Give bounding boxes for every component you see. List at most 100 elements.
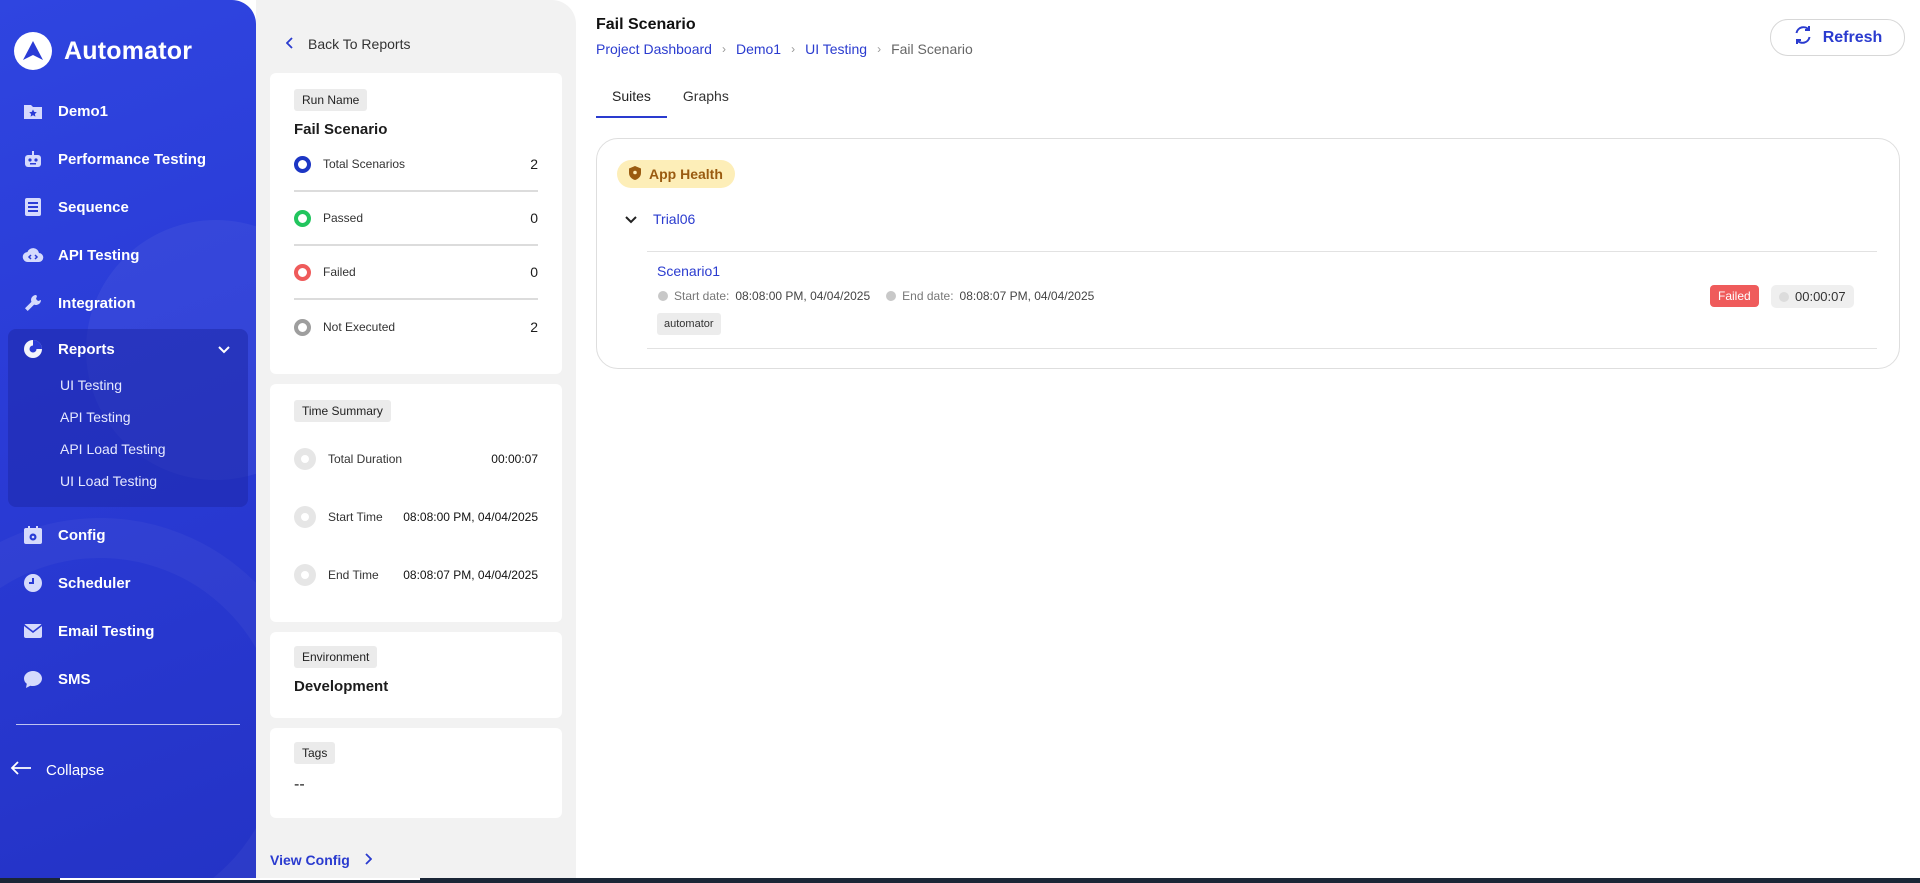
refresh-button[interactable]: Refresh xyxy=(1770,19,1905,56)
status-badge: Failed xyxy=(1710,285,1759,307)
tags-value: -- xyxy=(294,776,305,793)
tags-card: Tags -- xyxy=(270,728,562,818)
app-health-label: App Health xyxy=(649,166,723,182)
time-total-duration: Total Duration 00:00:07 xyxy=(294,430,538,488)
sidebar-item-label: API Testing xyxy=(58,246,140,264)
sidebar-subitem-api-testing[interactable]: API Testing xyxy=(8,401,248,433)
refresh-label: Refresh xyxy=(1822,28,1883,46)
scenario-tag: automator xyxy=(657,313,721,335)
environment-chip: Environment xyxy=(294,646,378,668)
time-summary-chip: Time Summary xyxy=(294,400,391,422)
breadcrumb: Project Dashboard › Demo1 › UI Testing ›… xyxy=(596,41,973,57)
app-health-badge: App Health xyxy=(617,160,735,188)
chevron-down-icon xyxy=(625,211,637,227)
back-to-reports-link[interactable]: Back To Reports xyxy=(285,36,411,52)
clock-icon xyxy=(1779,291,1789,302)
sidebar-item-label: Demo1 xyxy=(58,102,109,120)
stat-total-scenarios: Total Scenarios 2 xyxy=(294,138,538,192)
chevron-right-icon: › xyxy=(721,42,726,56)
clock-icon xyxy=(294,448,316,470)
sidebar-subitem-api-load-testing[interactable]: API Load Testing xyxy=(8,433,248,465)
cloud-icon xyxy=(22,244,44,266)
failed-dot-icon xyxy=(294,263,311,281)
robot-icon xyxy=(22,148,44,170)
run-name: Fail Scenario xyxy=(294,121,388,138)
page-title: Fail Scenario xyxy=(596,16,696,33)
clock-icon xyxy=(22,572,44,594)
view-config-label: View Config xyxy=(270,852,350,868)
gear-calendar-icon xyxy=(22,524,44,546)
collapse-label: Collapse xyxy=(46,761,105,779)
sidebar-item-demo1[interactable]: Demo1 xyxy=(0,87,256,135)
tabs: Suites Graphs xyxy=(596,88,745,118)
breadcrumb-ui-testing[interactable]: UI Testing xyxy=(805,41,867,57)
run-summary-panel: Back To Reports Run Name Fail Scenario T… xyxy=(256,0,576,878)
stat-passed: Passed 0 xyxy=(294,192,538,246)
sidebar: Automator Demo1 Performance Testing Sequ… xyxy=(0,0,256,878)
not-executed-dot-icon xyxy=(294,318,311,336)
sidebar-item-label: SMS xyxy=(58,670,91,688)
pie-chart-icon xyxy=(22,338,44,360)
brand[interactable]: Automator xyxy=(14,32,192,70)
sidebar-item-config[interactable]: Config xyxy=(0,511,256,559)
taskbar-edge xyxy=(0,878,1920,883)
scenario-meta: Start date: 08:08:00 PM, 04/04/2025 End … xyxy=(658,289,1094,303)
sidebar-item-api-testing[interactable]: API Testing xyxy=(0,231,256,279)
mail-icon xyxy=(22,620,44,642)
duration-badge: 00:00:07 xyxy=(1771,285,1854,308)
sidebar-item-label: Email Testing xyxy=(58,622,155,640)
chevron-right-icon: › xyxy=(877,42,882,56)
scenario-link[interactable]: Scenario1 xyxy=(657,263,720,279)
sidebar-item-performance-testing[interactable]: Performance Testing xyxy=(0,135,256,183)
sidebar-item-scheduler[interactable]: Scheduler xyxy=(0,559,256,607)
sidebar-item-label: Config xyxy=(58,526,106,544)
automator-logo-icon xyxy=(14,32,52,70)
sidebar-item-label: Integration xyxy=(58,294,136,312)
breadcrumb-demo1[interactable]: Demo1 xyxy=(736,41,781,57)
sidebar-item-email-testing[interactable]: Email Testing xyxy=(0,607,256,655)
run-name-card: Run Name Fail Scenario Total Scenarios 2… xyxy=(270,73,562,374)
sidebar-divider xyxy=(16,724,240,725)
time-end: End Time 08:08:07 PM, 04/04/2025 xyxy=(294,546,538,604)
end-date: End date: 08:08:07 PM, 04/04/2025 xyxy=(886,289,1094,303)
chevron-right-icon xyxy=(364,852,373,868)
breadcrumb-project-dashboard[interactable]: Project Dashboard xyxy=(596,41,712,57)
sidebar-subitem-ui-load-testing[interactable]: UI Load Testing xyxy=(8,465,248,497)
collapse-button[interactable]: Collapse xyxy=(10,760,104,780)
start-date: Start date: 08:08:00 PM, 04/04/2025 xyxy=(658,289,870,303)
sidebar-item-label: Scheduler xyxy=(58,574,131,592)
reports-group: Reports UI Testing API Testing API Load … xyxy=(8,329,248,507)
sidebar-item-label: Sequence xyxy=(58,198,129,216)
chevron-right-icon: › xyxy=(791,42,796,56)
list-icon xyxy=(22,196,44,218)
sidebar-item-integration[interactable]: Integration xyxy=(0,279,256,327)
sidebar-item-sms[interactable]: SMS xyxy=(0,655,256,703)
clock-icon xyxy=(886,291,897,301)
sidebar-subitem-ui-testing[interactable]: UI Testing xyxy=(8,369,248,401)
tags-chip: Tags xyxy=(294,742,336,764)
trial-toggle[interactable]: Trial06 xyxy=(625,211,695,227)
arrow-left-icon xyxy=(10,760,32,780)
run-name-chip: Run Name xyxy=(294,89,368,111)
chevron-down-icon[interactable] xyxy=(218,341,230,358)
clock-icon xyxy=(294,506,316,528)
chevron-left-icon xyxy=(285,36,294,52)
back-label: Back To Reports xyxy=(308,36,411,52)
app-name: Automator xyxy=(64,36,193,65)
view-config-link[interactable]: View Config xyxy=(270,852,373,868)
sidebar-item-reports[interactable]: Reports xyxy=(8,329,248,369)
divider xyxy=(647,251,1877,252)
stat-not-executed: Not Executed 2 xyxy=(294,300,538,354)
total-dot-icon xyxy=(294,155,311,173)
tab-graphs[interactable]: Graphs xyxy=(667,88,745,118)
sidebar-nav: Demo1 Performance Testing Sequence API T… xyxy=(0,87,256,703)
chat-icon xyxy=(22,668,44,690)
environment-card: Environment Development xyxy=(270,632,562,718)
wrench-icon xyxy=(22,292,44,314)
environment-value: Development xyxy=(294,678,389,695)
sidebar-item-label: Reports xyxy=(58,340,115,358)
trial-name: Trial06 xyxy=(653,211,696,227)
passed-dot-icon xyxy=(294,209,311,227)
sidebar-item-sequence[interactable]: Sequence xyxy=(0,183,256,231)
tab-suites[interactable]: Suites xyxy=(596,88,667,118)
